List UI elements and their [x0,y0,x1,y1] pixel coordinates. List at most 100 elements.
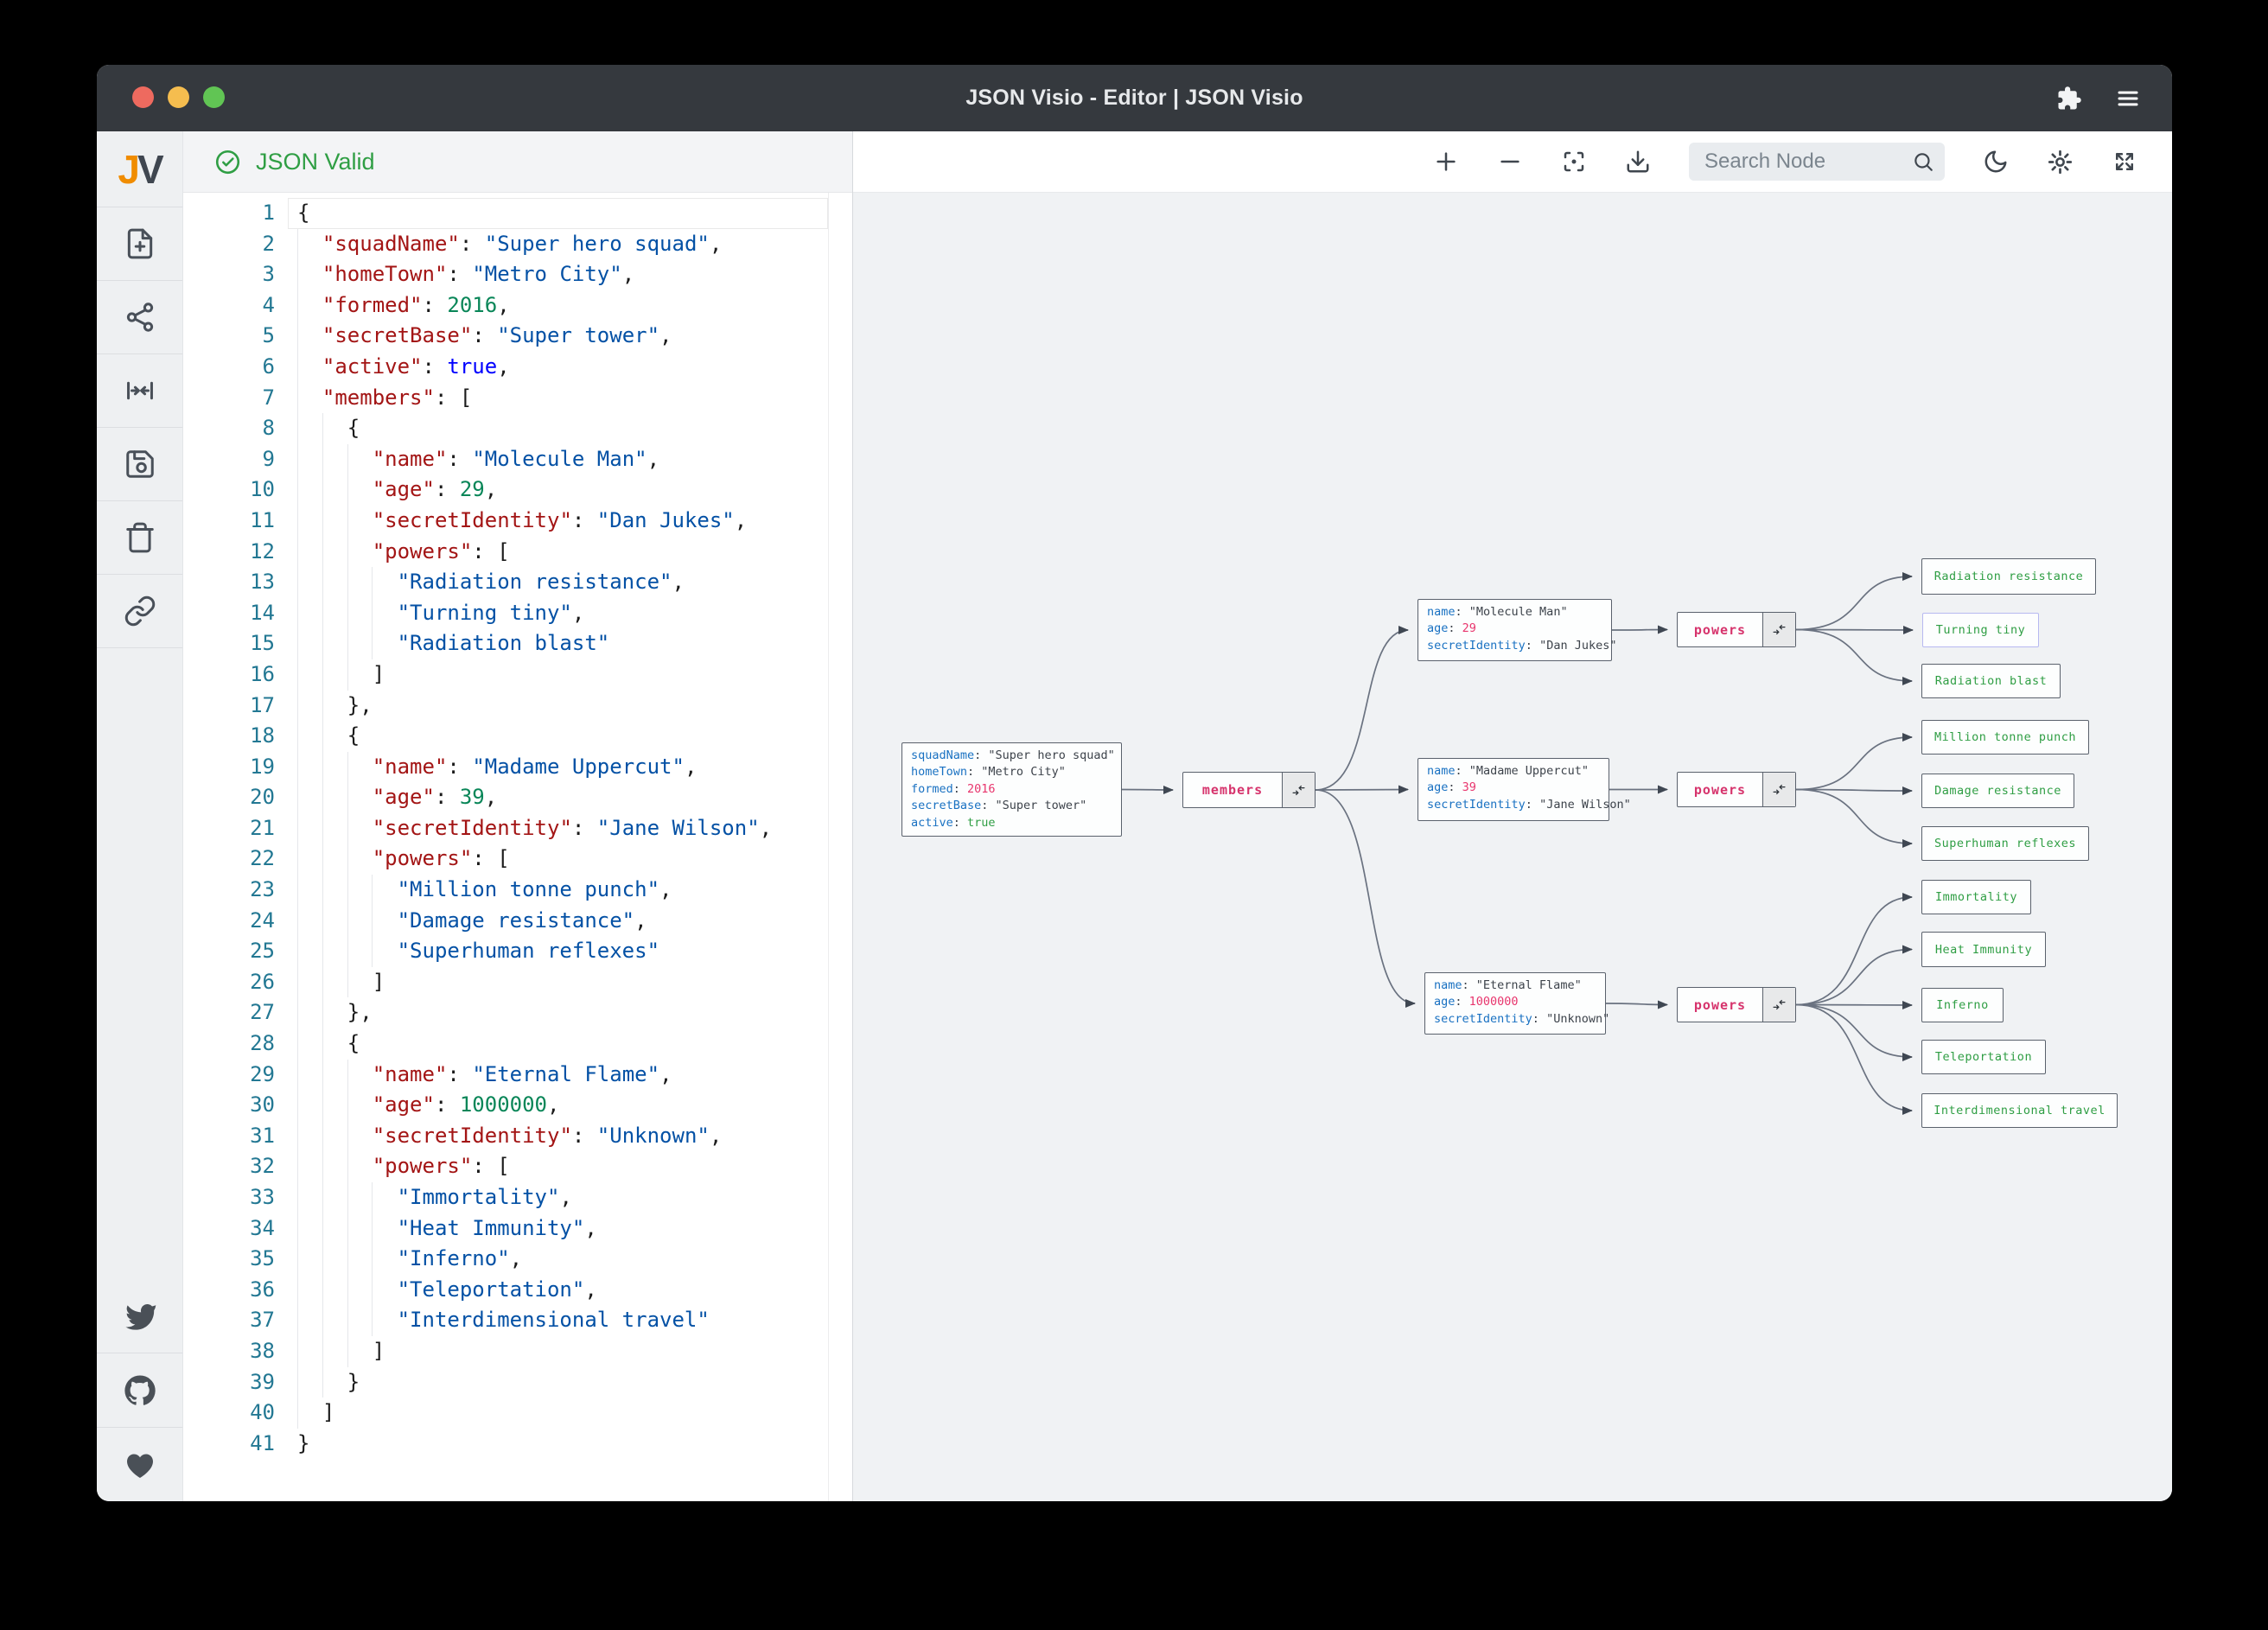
code-line[interactable]: 2 "squadName": "Super hero squad", [183,228,852,260]
code-line[interactable]: 12 "powers": [ [183,536,852,568]
graph-node-root[interactable]: squadName: "Super hero squad" homeTown: "… [901,742,1122,837]
graph-node-l6[interactable]: Superhuman reflexes [1921,826,2089,861]
line-number: 5 [262,323,275,348]
sidebar-item-graph-view[interactable] [97,281,182,354]
code-line[interactable]: 21 "secretIdentity": "Jane Wilson", [183,812,852,844]
graph-node-m1[interactable]: name: "Molecule Man" age: 29 secretIdentit… [1418,599,1616,661]
code-line[interactable]: 23 "Million tonne punch", [183,875,852,906]
code-line[interactable]: 16 ] [183,659,852,691]
graph-node-p2[interactable]: powers [1677,772,1796,807]
graph-node-l5[interactable]: Damage resistance [1921,774,2074,808]
code-editor[interactable]: 1{2 "squadName": "Super hero squad", 3 "h… [183,193,852,1501]
code-line[interactable]: 28 { [183,1028,852,1060]
code-line[interactable]: 32 "powers": [ [183,1151,852,1182]
code-line[interactable]: 6 "active": true, [183,351,852,383]
code-line[interactable]: 4 "formed": 2016, [183,290,852,322]
fullscreen-expand-icon[interactable] [2112,149,2137,175]
app-logo[interactable]: JV [97,131,182,207]
code-line[interactable]: 26 ] [183,966,852,998]
graph-canvas[interactable]: squadName: "Super hero squad" homeTown: "… [853,193,2172,1501]
search-node-input[interactable] [1689,143,1945,181]
graph-node-m2[interactable]: name: "Madame Uppercut" age: 39 secretIden… [1418,758,1631,821]
code-line[interactable]: 36 "Teleportation", [183,1274,852,1306]
code-line[interactable]: 5 "secretBase": "Super tower", [183,321,852,352]
sidebar-item-save[interactable] [97,428,182,501]
code-line[interactable]: 17 }, [183,690,852,722]
settings-gear-icon[interactable] [2047,149,2074,175]
focus-center-icon[interactable] [1561,149,1587,175]
collapse-node-button[interactable] [1762,773,1795,806]
graph-node-p3[interactable]: powers [1677,987,1796,1022]
code-line[interactable]: 31 "secretIdentity": "Unknown", [183,1120,852,1152]
line-number: 18 [250,723,275,748]
code-line[interactable]: 11 "secretIdentity": "Dan Jukes", [183,505,852,537]
line-number: 34 [250,1215,275,1240]
code-line[interactable]: 24 "Damage resistance", [183,905,852,937]
code-line[interactable]: 27 }, [183,997,852,1029]
code-line[interactable]: 14 "Turning tiny", [183,597,852,629]
search-icon[interactable] [1912,150,1934,173]
extension-puzzle-icon[interactable] [2056,86,2082,111]
node-row: age: 39 [1427,780,1476,795]
node-row: formed: 2016 [911,781,996,796]
code-line[interactable]: 40 ] [183,1398,852,1429]
menu-icon[interactable] [2115,86,2141,111]
leaf-text: Superhuman reflexes [1934,837,2076,850]
leaf-text: Heat Immunity [1934,942,2033,957]
line-number: 26 [250,969,275,994]
graph-node-l10[interactable]: Teleportation [1921,1040,2046,1074]
code-text: "age": 1000000, [372,1092,560,1117]
graph-node-l8[interactable]: Heat Immunity [1921,932,2046,967]
line-number: 30 [250,1092,275,1117]
code-line[interactable]: 8 { [183,413,852,444]
sidebar-item-new-document[interactable] [97,207,182,281]
code-line[interactable]: 13 "Radiation resistance", [183,567,852,598]
code-line[interactable]: 19 "name": "Madame Uppercut", [183,751,852,783]
zoom-out-icon[interactable] [1497,149,1523,175]
code-line[interactable]: 9 "name": "Molecule Man", [183,443,852,475]
sidebar-item-twitter[interactable] [97,1278,182,1353]
code-line[interactable]: 25 "Superhuman reflexes" [183,936,852,967]
code-line[interactable]: 34 "Heat Immunity", [183,1213,852,1245]
code-line[interactable]: 1{ [183,198,852,229]
code-line[interactable]: 7 "members": [ [183,382,852,414]
graph-node-p1[interactable]: powers [1677,612,1796,647]
code-line[interactable]: 30 "age": 1000000, [183,1090,852,1121]
graph-node-l4[interactable]: Million tonne punch [1921,720,2089,755]
dark-mode-moon-icon[interactable] [1983,149,2009,175]
sidebar-item-sponsor[interactable] [97,1427,182,1501]
code-line[interactable]: 22 "powers": [ [183,844,852,875]
code-line[interactable]: 18 { [183,721,852,752]
code-line[interactable]: 37 "Interdimensional travel" [183,1305,852,1336]
code-line[interactable]: 35 "Inferno", [183,1244,852,1275]
sidebar-item-share-link[interactable] [97,575,182,648]
graph-node-members[interactable]: members [1182,772,1316,808]
download-icon[interactable] [1625,149,1651,175]
code-line[interactable]: 29 "name": "Eternal Flame", [183,1059,852,1091]
zoom-in-icon[interactable] [1433,149,1459,175]
graph-node-m3[interactable]: name: "Eternal Flame" age: 1000000 secretI… [1424,972,1609,1035]
code-line[interactable]: 38 ] [183,1335,852,1367]
graph-node-l2[interactable]: Turning tiny [1922,613,2039,647]
code-line[interactable]: 39 } [183,1366,852,1398]
code-text: "Superhuman reflexes" [397,939,660,964]
sidebar-item-github[interactable] [97,1353,182,1427]
collapse-node-button[interactable] [1762,613,1795,646]
collapse-node-button[interactable] [1282,773,1315,807]
code-line[interactable]: 41} [183,1429,852,1460]
code-line[interactable]: 15 "Radiation blast" [183,628,852,659]
graph-node-l9[interactable]: Inferno [1921,988,2004,1022]
collapse-node-button[interactable] [1762,988,1795,1022]
code-line[interactable]: 3 "homeTown": "Metro City", [183,259,852,290]
graph-node-l11[interactable]: Interdimensional travel [1921,1093,2118,1128]
sidebar-item-center-view[interactable] [97,354,182,428]
code-line[interactable]: 10 "age": 29, [183,474,852,506]
code-line[interactable]: 20 "age": 39, [183,782,852,813]
graph-node-l3[interactable]: Radiation blast [1921,664,2061,698]
code-text: }, [347,692,373,717]
graph-node-l7[interactable]: Immortality [1921,880,2031,914]
code-line[interactable]: 33 "Immortality", [183,1182,852,1213]
graph-node-l1[interactable]: Radiation resistance [1921,558,2096,595]
sidebar-item-delete[interactable] [97,501,182,575]
node-row: name: "Eternal Flame" [1434,978,1582,992]
